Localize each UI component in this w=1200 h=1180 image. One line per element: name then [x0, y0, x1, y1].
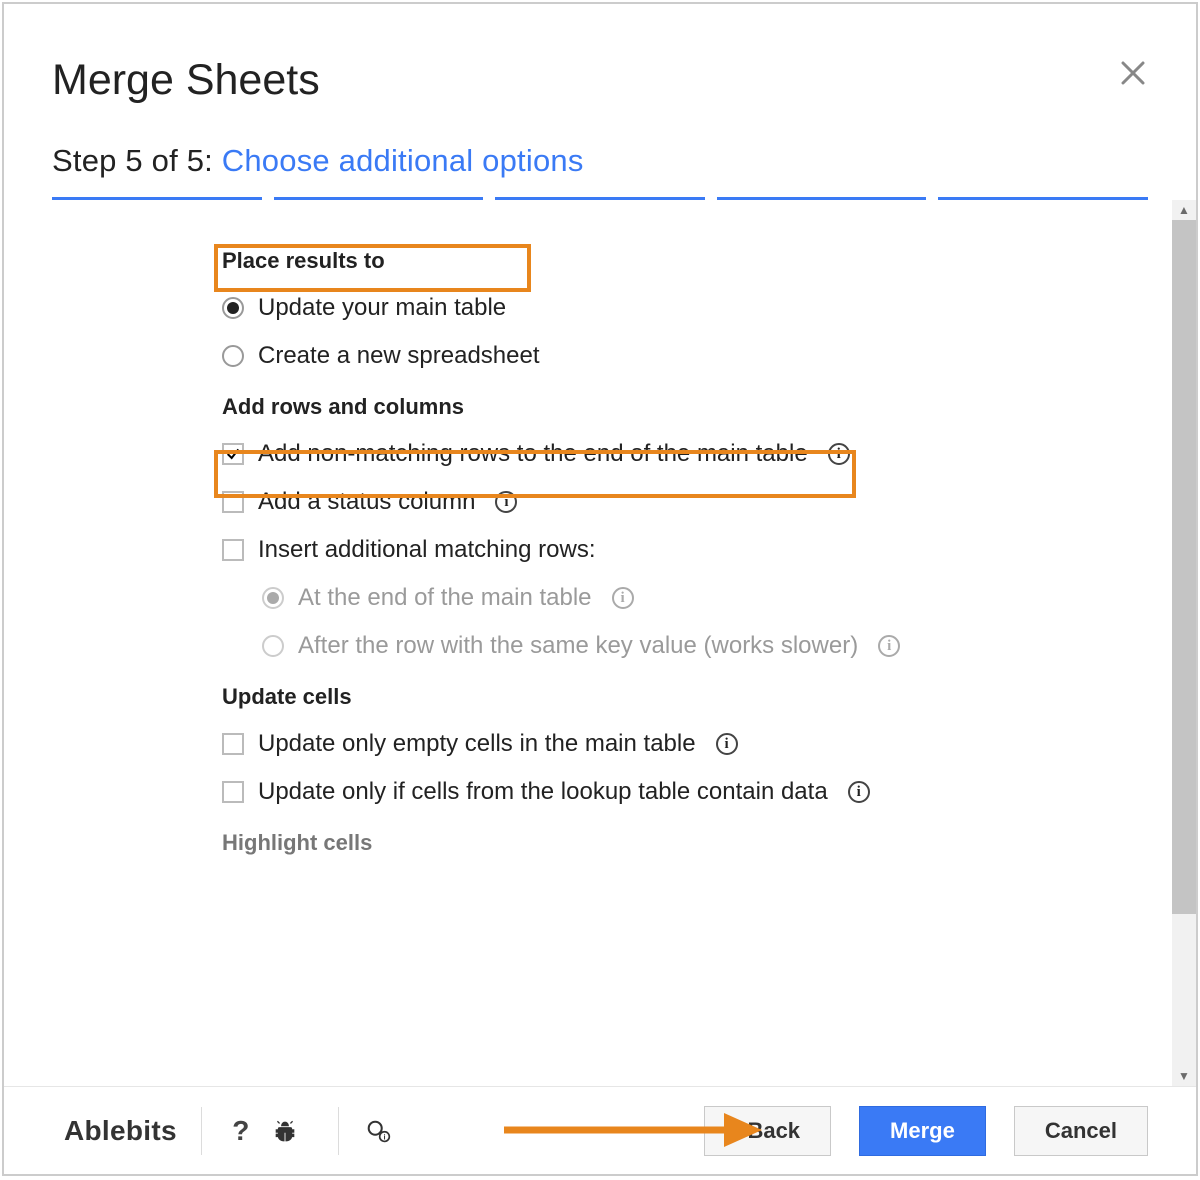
- checkbox-label: Add non-matching rows to the end of the …: [258, 440, 808, 468]
- close-icon: [1118, 58, 1148, 88]
- button-label: Merge: [890, 1118, 955, 1144]
- info-icon: i: [878, 635, 900, 657]
- button-label: Cancel: [1045, 1118, 1117, 1144]
- scrollbar[interactable]: ▲ ▼: [1172, 200, 1196, 1086]
- scroll-up-icon[interactable]: ▲: [1172, 200, 1196, 220]
- chk-update-lookup[interactable]: Update only if cells from the lookup tab…: [222, 778, 1124, 806]
- close-button[interactable]: [1118, 58, 1148, 88]
- radio-icon: [262, 587, 284, 609]
- back-button[interactable]: ‹ Back: [704, 1106, 831, 1156]
- help-button[interactable]: ?: [226, 1116, 256, 1146]
- separator: [338, 1107, 339, 1155]
- svg-text:i: i: [383, 1132, 385, 1141]
- scroll-down-icon[interactable]: ▼: [1172, 1066, 1196, 1086]
- section-highlight-title: Highlight cells: [222, 830, 1124, 856]
- search-info-button[interactable]: i: [363, 1116, 393, 1146]
- dialog-footer: Ablebits ? i ‹ Back Merge Cancel: [4, 1086, 1196, 1174]
- radio-insert-after: After the row with the same key value (w…: [262, 632, 1124, 660]
- chk-status-column[interactable]: Add a status column i: [222, 488, 1124, 516]
- checkbox-label: Add a status column: [258, 488, 475, 516]
- radio-icon: [262, 635, 284, 657]
- radio-insert-end: At the end of the main table i: [262, 584, 1124, 612]
- dialog-header: Merge Sheets: [4, 4, 1196, 117]
- options-pane: Place results to Update your main table …: [4, 200, 1196, 1086]
- section-place-title: Place results to: [222, 248, 1124, 274]
- info-icon[interactable]: i: [495, 491, 517, 513]
- checkbox-icon: [222, 539, 244, 561]
- options-content: Place results to Update your main table …: [4, 200, 1172, 1086]
- scroll-thumb[interactable]: [1172, 220, 1196, 914]
- question-icon: ?: [232, 1115, 249, 1147]
- cancel-button[interactable]: Cancel: [1014, 1106, 1148, 1156]
- chk-nonmatching-rows[interactable]: Add non-matching rows to the end of the …: [222, 440, 1124, 468]
- dialog-window: Merge Sheets Step 5 of 5: Choose additio…: [2, 2, 1198, 1176]
- checkbox-label: Update only if cells from the lookup tab…: [258, 778, 828, 806]
- chevron-left-icon: ‹: [735, 1120, 741, 1141]
- step-indicator: Step 5 of 5: Choose additional options: [4, 117, 1196, 197]
- step-subtitle: Choose additional options: [222, 143, 584, 178]
- info-icon[interactable]: i: [848, 781, 870, 803]
- button-label: Back: [747, 1118, 800, 1144]
- bug-icon: [272, 1118, 298, 1144]
- checkbox-icon: [222, 443, 244, 465]
- radio-label: Update your main table: [258, 294, 506, 322]
- chk-insert-matching[interactable]: Insert additional matching rows:: [222, 536, 1124, 564]
- separator: [201, 1107, 202, 1155]
- checkbox-icon: [222, 491, 244, 513]
- checkbox-icon: [222, 733, 244, 755]
- radio-new-spreadsheet[interactable]: Create a new spreadsheet: [222, 342, 1124, 370]
- info-icon[interactable]: i: [828, 443, 850, 465]
- step-prefix: Step 5 of 5:: [52, 143, 222, 178]
- radio-icon: [222, 297, 244, 319]
- magnifier-info-icon: i: [365, 1118, 391, 1144]
- merge-button[interactable]: Merge: [859, 1106, 986, 1156]
- radio-label: At the end of the main table: [298, 584, 592, 612]
- radio-label: Create a new spreadsheet: [258, 342, 540, 370]
- radio-update-main[interactable]: Update your main table: [222, 294, 1124, 322]
- info-icon: i: [612, 587, 634, 609]
- section-rows-title: Add rows and columns: [222, 394, 1124, 420]
- scroll-track[interactable]: [1172, 220, 1196, 1066]
- checkbox-label: Insert additional matching rows:: [258, 536, 596, 564]
- chk-update-empty[interactable]: Update only empty cells in the main tabl…: [222, 730, 1124, 758]
- checkbox-icon: [222, 781, 244, 803]
- dialog-title: Merge Sheets: [52, 56, 1148, 105]
- checkbox-label: Update only empty cells in the main tabl…: [258, 730, 696, 758]
- radio-label: After the row with the same key value (w…: [298, 632, 858, 660]
- radio-icon: [222, 345, 244, 367]
- info-icon[interactable]: i: [716, 733, 738, 755]
- brand-logo: Ablebits: [64, 1115, 177, 1147]
- section-update-title: Update cells: [222, 684, 1124, 710]
- bug-button[interactable]: [270, 1116, 300, 1146]
